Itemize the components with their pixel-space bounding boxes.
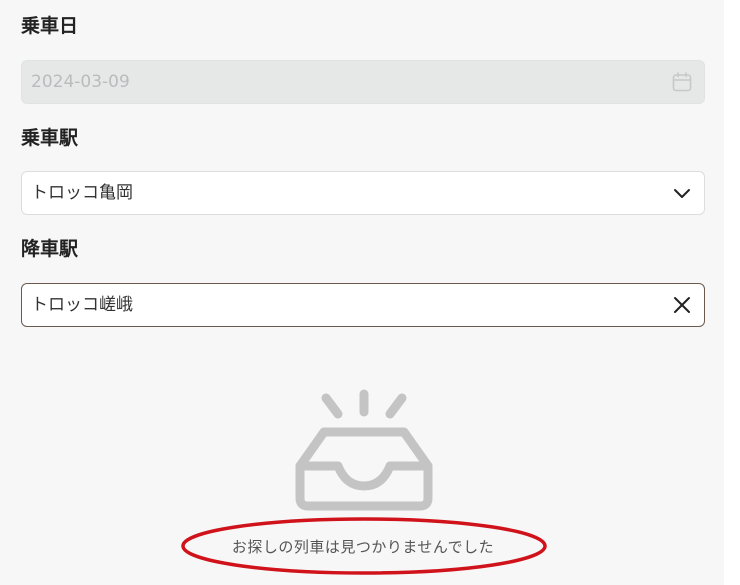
boarding-station-value: トロッコ亀岡 [31,183,133,203]
boarding-station-label: 乗車駅 [21,127,79,149]
alighting-station-select[interactable]: トロッコ嵯峨 [21,283,705,327]
alighting-station-value: トロッコ嵯峨 [31,295,133,315]
close-icon[interactable] [670,293,694,317]
alighting-station-label: 降車駅 [21,238,79,260]
empty-inbox-icon [295,389,433,511]
calendar-icon[interactable] [670,70,694,94]
ride-date-label: 乗車日 [21,15,79,37]
ride-date-value: 2024-03-09 [31,72,130,92]
empty-state-message: お探しの列車は見つかりませんでした [231,538,495,556]
boarding-station-select[interactable]: トロッコ亀岡 [21,171,705,215]
ride-date-field[interactable]: 2024-03-09 [21,60,705,104]
chevron-down-icon[interactable] [670,181,694,205]
search-form-panel: 乗車日 2024-03-09 乗車駅 トロッコ亀岡 降車駅 トロッコ嵯峨 お探し… [0,0,724,585]
